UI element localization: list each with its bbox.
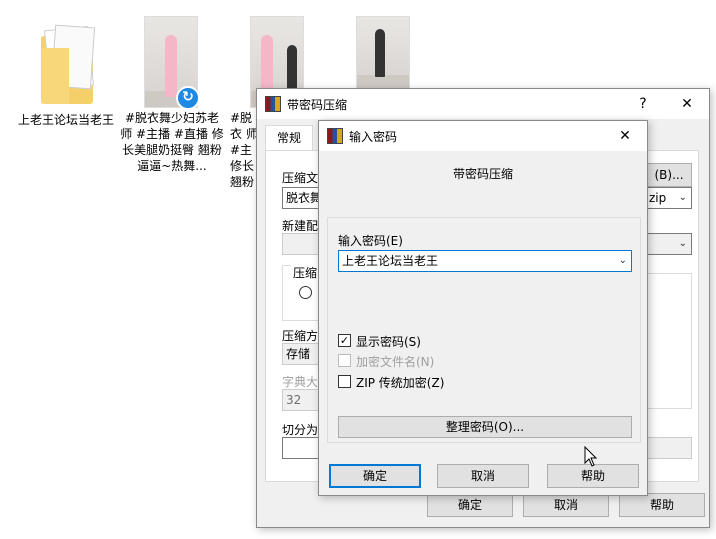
compress-window-title: 带密码压缩	[287, 98, 348, 112]
archive-name-label: 压缩文	[282, 171, 319, 185]
folder-item[interactable]: 上老王论坛当老王	[14, 18, 118, 128]
organize-passwords-button[interactable]: 整理密码(O)...	[338, 416, 632, 438]
dict-size-label: 字典大	[282, 375, 319, 389]
new-config-label: 新建配	[282, 219, 319, 233]
tab-general[interactable]: 常规	[265, 125, 313, 151]
bg-cancel-button[interactable]: 取消	[523, 493, 609, 517]
winrar-books-icon	[265, 96, 281, 112]
dialog-heading: 带密码压缩	[452, 167, 513, 181]
password-dialog-title: 输入密码	[349, 130, 398, 144]
mouse-cursor-icon	[584, 445, 598, 471]
player-badge-icon: ↻	[176, 86, 200, 110]
password-dialog: 输入密码 ✕ 带密码压缩 输入密码(E) 上老王论坛当老王 ⌄ ✓ 显示密码(S…	[318, 120, 648, 496]
show-password-checkbox[interactable]: ✓	[338, 334, 351, 347]
zip-legacy-checkbox[interactable]	[338, 375, 351, 388]
close-icon[interactable]: ✕	[665, 89, 709, 119]
split-label: 切分为	[282, 423, 319, 437]
chevron-down-icon: ⌄	[678, 238, 687, 249]
bg-help-button[interactable]: 帮助	[619, 493, 705, 517]
format-value: zip	[649, 191, 667, 205]
password-label: 输入密码(E)	[338, 234, 403, 248]
password-value: 上老王论坛当老王	[342, 254, 439, 268]
video-item-1[interactable]: ↻ #脱衣舞少妇苏老师 #主播 #直播 修长美腿奶挺臀 翘粉逼逼~热舞...	[120, 12, 224, 182]
winrar-books-icon	[327, 128, 343, 144]
video-thumbnail-3[interactable]	[356, 16, 410, 92]
dialog-ok-button[interactable]: 确定	[329, 464, 421, 488]
close-icon[interactable]: ✕	[603, 121, 647, 151]
folder-label: 上老王论坛当老王	[17, 113, 114, 127]
split-extra-field[interactable]	[646, 437, 692, 459]
password-dialog-titlebar: 输入密码 ✕	[319, 121, 647, 151]
encrypt-filenames-checkbox[interactable]	[338, 354, 351, 367]
chevron-down-icon[interactable]: ⌄	[619, 251, 627, 271]
bg-ok-button[interactable]: 确定	[427, 493, 513, 517]
options-groupbox	[646, 273, 692, 409]
dialog-cancel-button[interactable]: 取消	[437, 464, 529, 488]
config-select[interactable]: ⌄	[646, 233, 692, 255]
compress-group-label: 压缩	[291, 264, 320, 281]
compress-window-titlebar: 带密码压缩 ? ✕	[257, 89, 709, 119]
zip-legacy-label: ZIP 传统加密(Z)	[356, 376, 445, 390]
browse-button[interactable]: (B)...	[646, 163, 692, 187]
help-titlebar-button[interactable]: ?	[621, 89, 665, 119]
folder-icon	[33, 18, 99, 108]
password-input[interactable]: 上老王论坛当老王 ⌄	[338, 250, 632, 272]
method-label: 压缩方	[282, 329, 319, 343]
chevron-down-icon: ⌄	[678, 192, 687, 203]
encrypt-filenames-label: 加密文件名(N)	[356, 355, 435, 369]
dialog-content-panel: 输入密码(E) 上老王论坛当老王 ⌄ ✓ 显示密码(S) 加密文件名(N) ZI…	[327, 217, 641, 443]
video-label-1: #脱衣舞少妇苏老师 #主播 #直播 修长美腿奶挺臀 翘粉逼逼~热舞...	[120, 111, 224, 173]
format-select[interactable]: zip ⌄	[646, 187, 692, 209]
radio-icon[interactable]	[299, 286, 312, 299]
show-password-label: 显示密码(S)	[356, 335, 421, 349]
dialog-header-area: 带密码压缩	[319, 151, 647, 217]
tab-general-label: 常规	[276, 131, 301, 145]
